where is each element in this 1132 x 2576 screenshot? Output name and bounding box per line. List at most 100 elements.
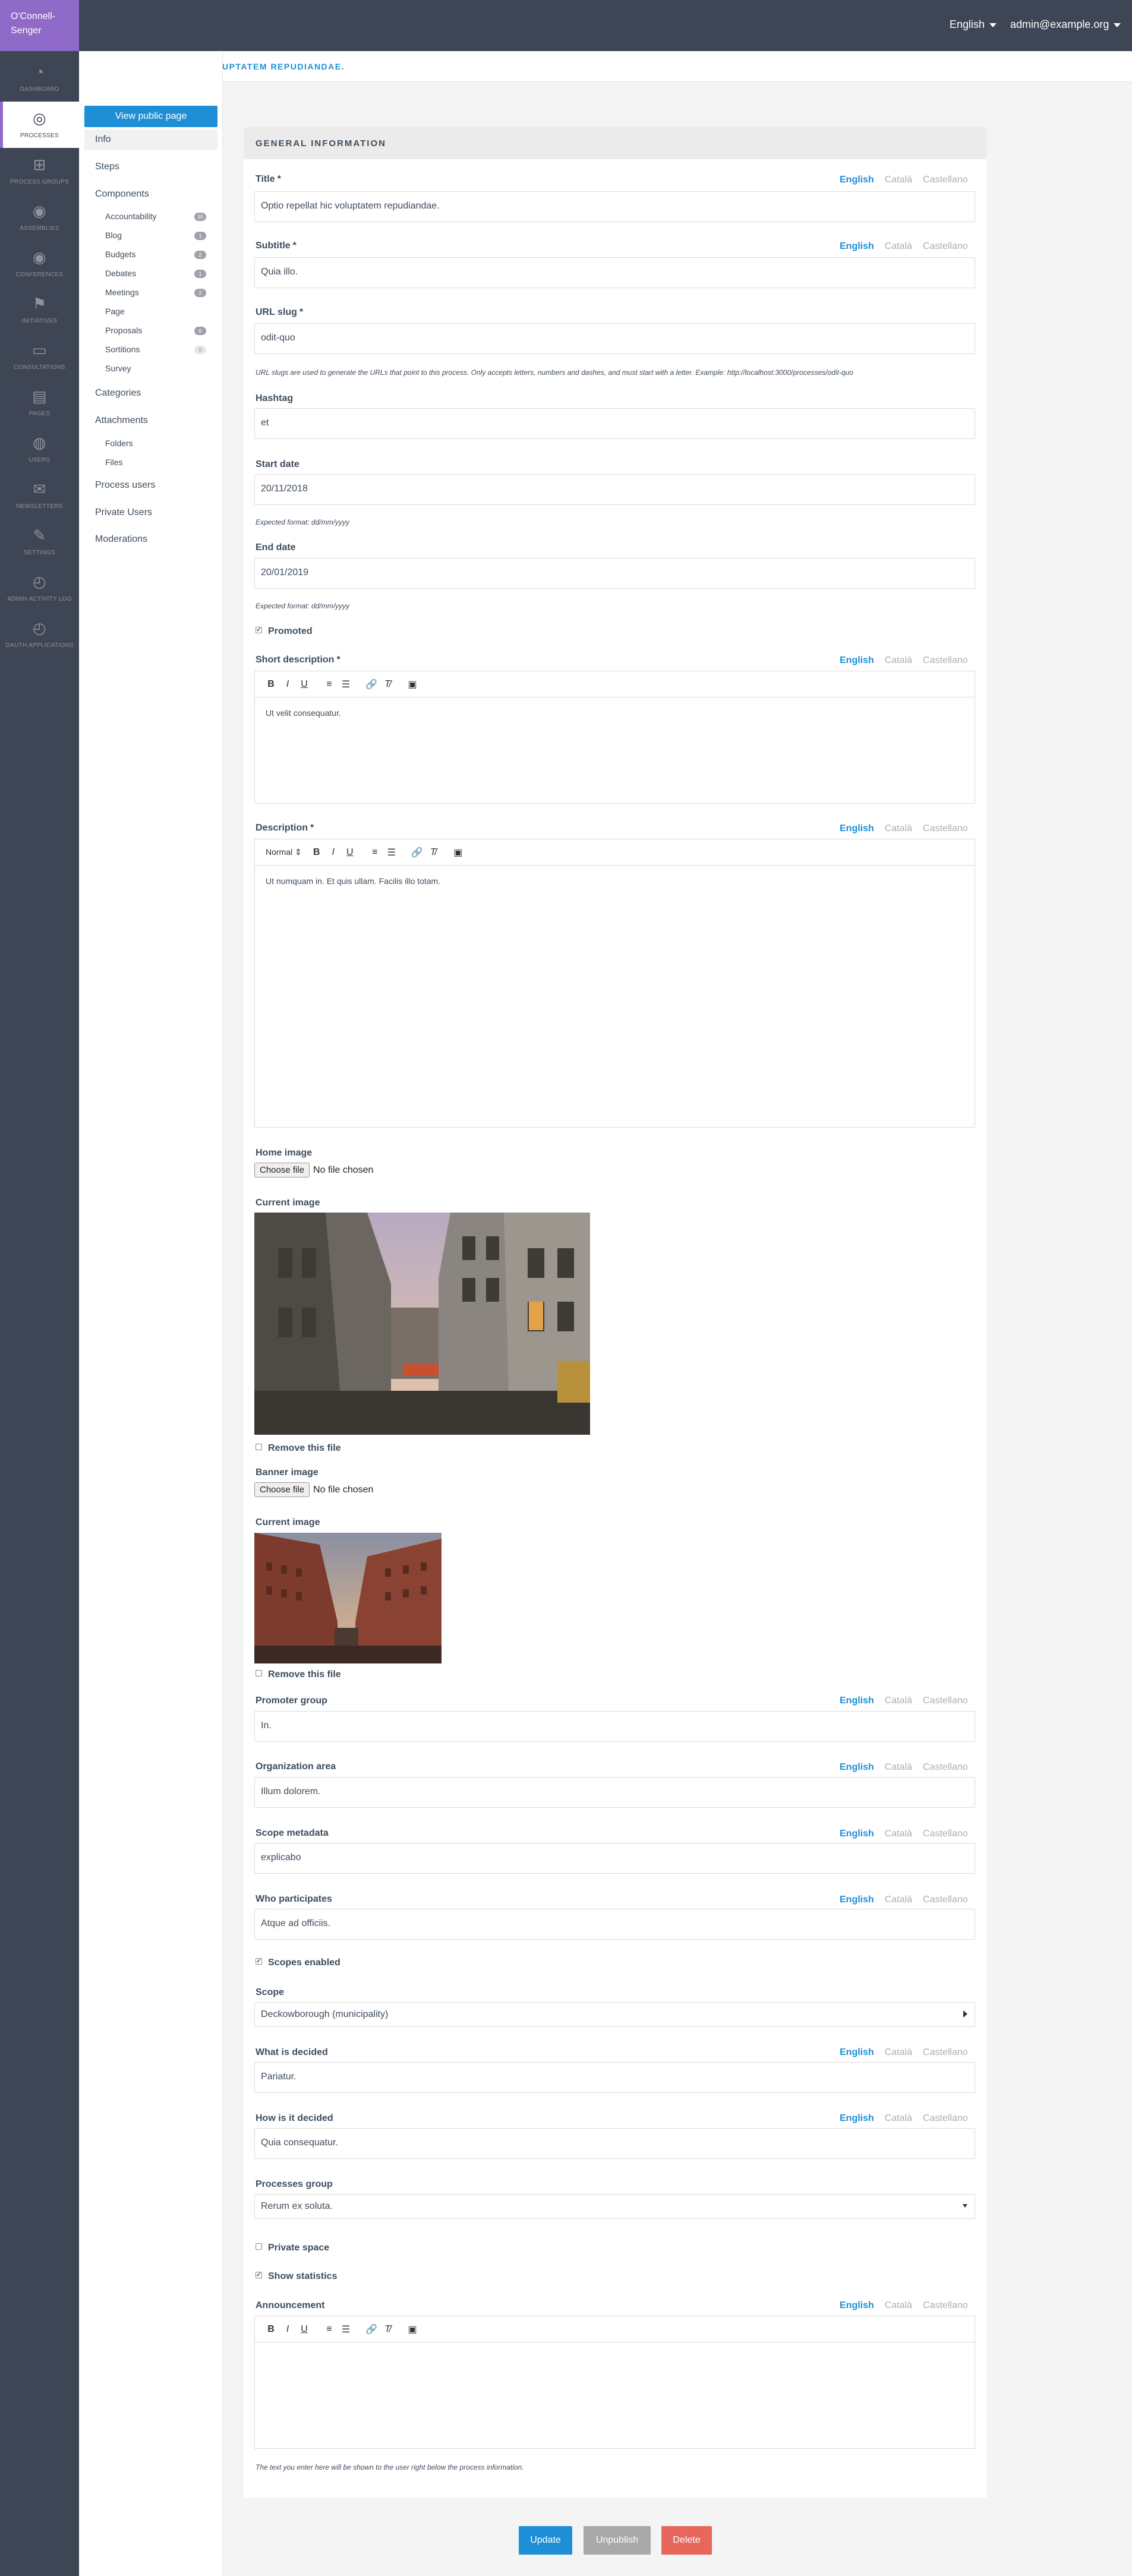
lang-tab-catala[interactable]: Català [885,1762,912,1772]
lang-tab-castellano[interactable]: Castellano [923,823,968,834]
unpublish-button[interactable]: Unpublish [584,2526,651,2555]
main-nav-oauth[interactable]: ◴ OAUTH APPLICATIONS [0,611,79,658]
what-decided-lang-tabs[interactable]: English Català Castellano [840,2047,968,2058]
lang-tab-english[interactable]: English [840,1696,874,1706]
component-survey[interactable]: Survey [105,364,131,373]
promoted-checkbox[interactable]: ✓ Promoted [256,626,313,637]
announcement-lang-tabs[interactable]: English Català Castellano [840,2300,968,2311]
nav-categories[interactable]: Categories [95,388,141,399]
remove-banner-image-checkbox[interactable]: Remove this file [256,1669,341,1680]
clear-format-icon[interactable]: T̸ [428,847,439,858]
short-description-editor[interactable]: B I U ≡ ☰ 🔗 T̸ ▣ Ut velit consequatur. [254,671,975,804]
show-statistics-checkbox[interactable]: ✓ Show statistics [256,2271,337,2282]
underline-icon[interactable]: U [345,847,355,858]
short-description-lang-tabs[interactable]: English Català Castellano [840,655,968,666]
bold-icon[interactable]: B [266,2324,276,2335]
main-nav-newsletters[interactable]: ✉ NEWSLETTERS [0,472,79,519]
nav-attachments[interactable]: Attachments [95,415,148,426]
nav-steps[interactable]: Steps [95,162,119,172]
lang-tab-castellano[interactable]: Castellano [923,1829,968,1839]
title-lang-tabs[interactable]: English Català Castellano [840,175,968,185]
clear-format-icon[interactable]: T̸ [382,2324,393,2335]
lang-tab-catala[interactable]: Català [885,2047,912,2057]
nav-private-users[interactable]: Private Users [95,507,152,518]
component-page[interactable]: Page [105,307,125,316]
underline-icon[interactable]: U [299,679,310,690]
lang-tab-english[interactable]: English [840,1829,874,1839]
home-image-file-input[interactable]: Choose file No file chosen [254,1163,373,1177]
subtitle-input[interactable]: Quia illo. [254,257,975,288]
italic-icon[interactable]: I [328,847,339,858]
main-nav-admin-log[interactable]: ◴ ADMIN ACTIVITY LOG [0,565,79,611]
lang-tab-castellano[interactable]: Castellano [923,1696,968,1706]
ordered-list-icon[interactable]: ≡ [370,847,380,858]
link-icon[interactable]: 🔗 [365,2324,377,2335]
lang-tab-castellano[interactable]: Castellano [923,1762,968,1772]
lang-tab-catala[interactable]: Català [885,175,912,185]
nav-info[interactable]: Info [95,134,111,145]
lang-tab-catala[interactable]: Català [885,1829,912,1839]
nav-process-users[interactable]: Process users [95,480,155,491]
component-blog[interactable]: Blog [105,231,122,240]
title-input[interactable]: Optio repellat hic voluptatem repudianda… [254,191,975,222]
bullet-list-icon[interactable]: ☰ [340,2324,351,2335]
private-space-checkbox[interactable]: Private space [256,2243,329,2253]
lang-tab-castellano[interactable]: Castellano [923,241,968,251]
video-icon[interactable]: ▣ [407,678,418,690]
clear-format-icon[interactable]: T̸ [382,679,393,690]
lang-tab-castellano[interactable]: Castellano [923,2047,968,2057]
lang-tab-catala[interactable]: Català [885,655,912,665]
delete-button[interactable]: Delete [661,2526,712,2555]
how-decided-lang-tabs[interactable]: English Català Castellano [840,2113,968,2124]
main-nav-consultations[interactable]: ▭ CONSULTATIONS [0,333,79,380]
who-participates-lang-tabs[interactable]: English Català Castellano [840,1895,968,1905]
lang-tab-english[interactable]: English [840,823,874,834]
main-nav-users[interactable]: ◍ USERS [0,426,79,472]
component-budgets[interactable]: Budgets [105,250,135,259]
nav-moderations[interactable]: Moderations [95,534,147,545]
processes-group-select[interactable]: Rerum ex soluta. [254,2194,975,2219]
language-switcher[interactable]: English [950,18,997,31]
italic-icon[interactable]: I [282,2324,293,2335]
who-participates-input[interactable]: Atque ad officiis. [254,1909,975,1940]
lang-tab-castellano[interactable]: Castellano [923,2300,968,2310]
lang-tab-castellano[interactable]: Castellano [923,175,968,185]
lang-tab-english[interactable]: English [840,655,874,665]
hashtag-input[interactable]: et [254,408,975,439]
lang-tab-castellano[interactable]: Castellano [923,1895,968,1905]
component-meetings[interactable]: Meetings [105,288,139,297]
scopes-enabled-checkbox[interactable]: ✓ Scopes enabled [256,1958,340,1968]
lang-tab-catala[interactable]: Català [885,1696,912,1706]
underline-icon[interactable]: U [299,2324,310,2335]
lang-tab-castellano[interactable]: Castellano [923,655,968,665]
main-nav-dashboard[interactable]: ◔ DASHBOARD [0,55,79,102]
video-icon[interactable]: ▣ [453,847,463,858]
link-icon[interactable]: 🔗 [365,678,377,690]
video-icon[interactable]: ▣ [407,2324,418,2335]
lang-tab-english[interactable]: English [840,1895,874,1905]
scope-metadata-input[interactable]: explicabo [254,1843,975,1874]
start-date-input[interactable]: 20/11/2018 [254,474,975,505]
what-decided-input[interactable]: Pariatur. [254,2062,975,2093]
italic-icon[interactable]: I [282,679,293,690]
heading-select[interactable]: Normal ⇕ [266,847,302,857]
lang-tab-english[interactable]: English [840,241,874,251]
lang-tab-catala[interactable]: Català [885,823,912,834]
main-nav-process-groups[interactable]: ⊞ PROCESS GROUPS [0,148,79,194]
organization-area-input[interactable]: Illum dolorem. [254,1777,975,1808]
short-description-content[interactable]: Ut velit consequatur. [255,697,975,728]
how-decided-input[interactable]: Quia consequatur. [254,2128,975,2159]
lang-tab-english[interactable]: English [840,175,874,185]
choose-file-button[interactable]: Choose file [254,1163,310,1177]
view-public-page-button[interactable]: View public page [84,106,217,127]
end-date-input[interactable]: 20/01/2019 [254,558,975,589]
component-debates[interactable]: Debates [105,269,136,278]
lang-tab-catala[interactable]: Català [885,1895,912,1905]
bold-icon[interactable]: B [311,847,322,858]
lang-tab-english[interactable]: English [840,2047,874,2057]
scope-select[interactable]: Deckowborough (municipality) [254,2002,975,2027]
remove-home-image-checkbox[interactable]: Remove this file [256,1443,341,1454]
main-nav-processes[interactable]: ◎ PROCESSES [0,102,79,148]
description-editor[interactable]: Normal ⇕ B I U ≡ ☰ 🔗 T̸ ▣ Ut numquam in.… [254,839,975,1128]
bullet-list-icon[interactable]: ☰ [340,678,351,690]
